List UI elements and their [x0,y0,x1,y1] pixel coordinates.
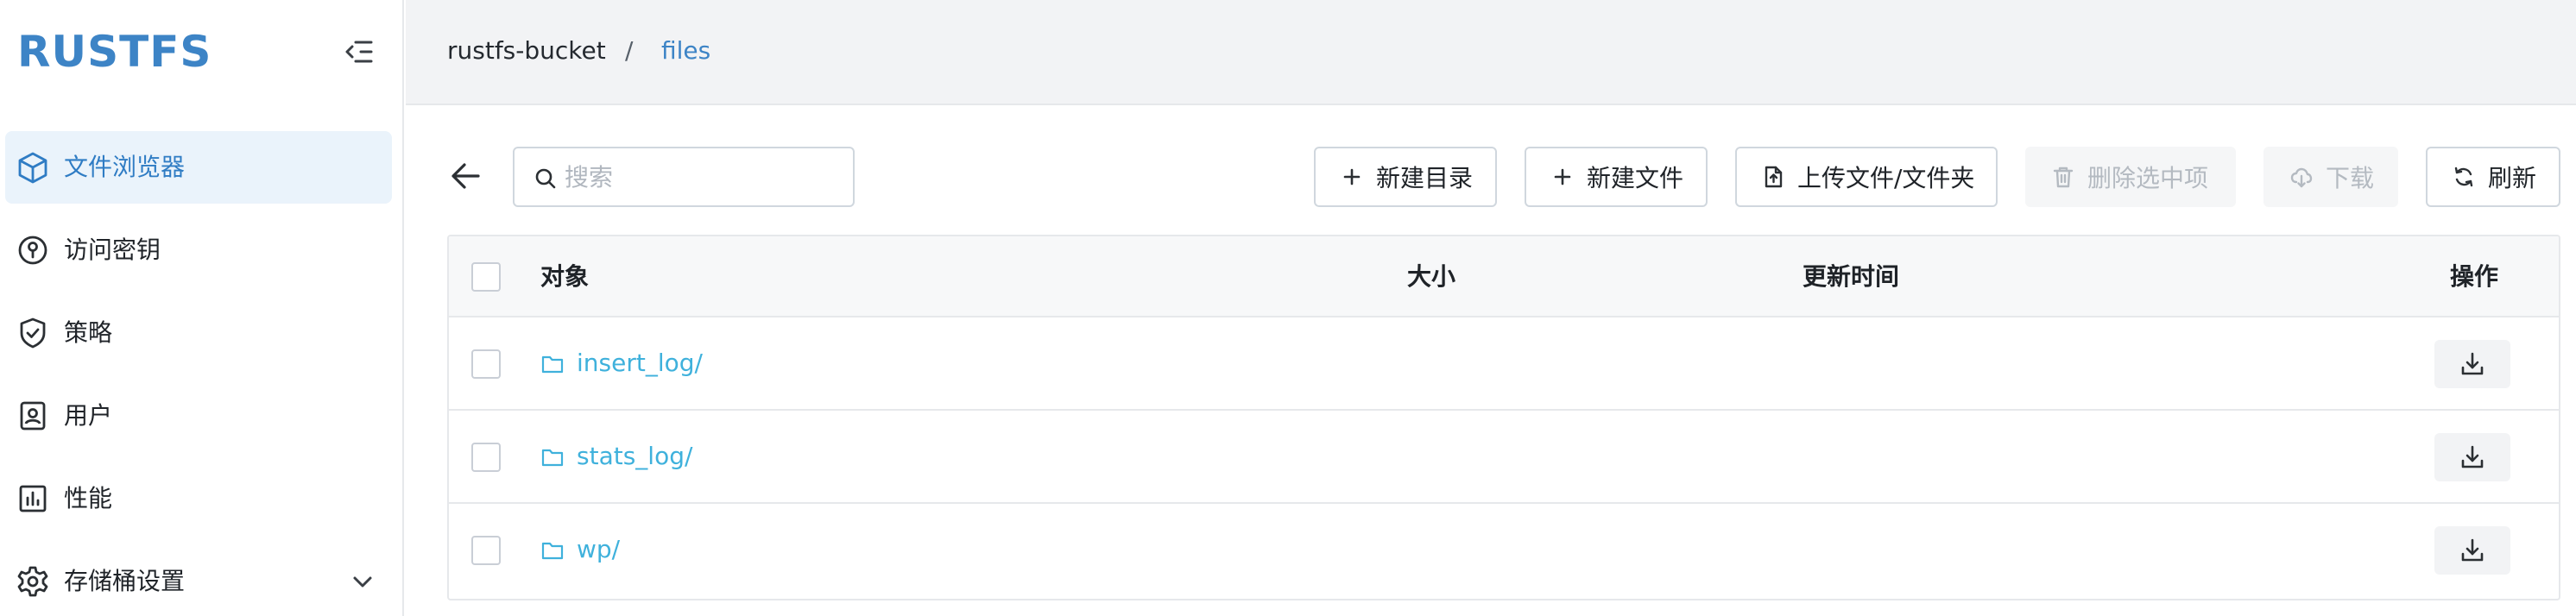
gear-icon [16,564,50,599]
cube-icon [16,150,50,185]
table-row[interactable]: wp/ [449,504,2559,597]
bar-chart-icon [16,481,50,516]
row-checkbox[interactable] [471,443,501,472]
new-directory-button[interactable]: 新建目录 [1314,147,1497,207]
column-header-actions: 操作 [2450,262,2499,291]
folder-icon [540,352,565,376]
logo: RUSTFS [17,27,212,77]
objects-table: 对象 大小 更新时间 操作 insert_log/ stats_log/ wp/ [447,235,2560,600]
row-download-button[interactable] [2434,526,2510,575]
download-selected-label: 下载 [2326,164,2375,192]
file-upload-icon [1761,165,1785,189]
download-icon [2461,352,2484,375]
sidebar-item-access-keys[interactable]: 访问密钥 [5,214,392,286]
table-row[interactable]: insert_log/ [449,317,2559,411]
object-name-link[interactable]: wp/ [577,504,620,595]
sidebar-item-policies[interactable]: 策略 [5,297,392,369]
table-row[interactable]: stats_log/ [449,411,2559,504]
download-icon [2461,538,2484,562]
refresh-button[interactable]: 刷新 [2426,147,2560,207]
search-icon [534,167,558,191]
breadcrumb-bucket[interactable]: rustfs-bucket [447,0,606,102]
refresh-label: 刷新 [2488,164,2537,192]
sidebar-item-bucket-settings[interactable]: 存储桶设置 [5,545,392,616]
sidebar-item-performance[interactable]: 性能 [5,462,392,535]
breadcrumb-separator: / [625,36,634,65]
row-checkbox[interactable] [471,536,501,565]
upload-label: 上传文件/文件夹 [1797,164,1975,192]
plus-icon [1340,165,1364,189]
collapse-sidebar-icon[interactable] [342,35,376,69]
table-header: 对象 大小 更新时间 操作 [449,236,2559,317]
trash-icon [2051,165,2075,189]
select-all-checkbox[interactable] [471,262,501,292]
sidebar-item-label: 用户 [64,401,113,430]
row-checkbox[interactable] [471,349,501,379]
row-download-button[interactable] [2434,433,2510,481]
sidebar-item-label: 存储桶设置 [64,567,186,595]
breadcrumb-folder[interactable]: files [661,0,710,102]
sidebar-item-label: 性能 [64,484,113,512]
column-header-updated: 更新时间 [1803,262,1900,291]
cloud-download-icon [2289,165,2314,189]
download-selected-button[interactable]: 下载 [2263,147,2398,207]
new-directory-label: 新建目录 [1376,164,1474,192]
column-header-object: 对象 [540,262,590,291]
new-file-label: 新建文件 [1587,164,1684,192]
folder-icon [540,445,565,469]
search-box [513,147,855,207]
object-name-link[interactable]: insert_log/ [577,317,703,409]
shield-check-icon [16,316,50,350]
back-arrow-icon[interactable] [447,157,485,195]
sidebar-item-file-browser[interactable]: 文件浏览器 [5,131,392,204]
plus-icon [1550,165,1575,189]
chevron-down-icon [347,566,378,597]
sidebar-item-label: 访问密钥 [64,236,161,264]
refresh-icon [2452,165,2476,189]
column-header-size: 大小 [1407,262,1456,291]
object-name-link[interactable]: stats_log/ [577,411,692,502]
sidebar-item-label: 策略 [64,318,113,347]
sidebar: RUSTFS 文件浏览器 访问密钥 策略 用户 性能 存储桶设置 [0,0,404,616]
search-input[interactable] [565,157,841,197]
app-root: RUSTFS 文件浏览器 访问密钥 策略 用户 性能 存储桶设置 rustfs-… [0,0,2576,616]
breadcrumb: rustfs-bucket / files [406,0,2576,105]
user-badge-icon [16,399,50,433]
sidebar-item-users[interactable]: 用户 [5,380,392,452]
row-download-button[interactable] [2434,340,2510,388]
key-icon [16,233,50,267]
upload-button[interactable]: 上传文件/文件夹 [1735,147,1998,207]
folder-icon [540,538,565,563]
new-file-button[interactable]: 新建文件 [1525,147,1708,207]
download-icon [2461,445,2484,468]
delete-selected-button[interactable]: 删除选中项 [2025,147,2236,207]
sidebar-item-label: 文件浏览器 [64,153,186,181]
sidebar-nav: 文件浏览器 访问密钥 策略 用户 性能 存储桶设置 [5,131,392,616]
delete-selected-label: 删除选中项 [2087,164,2209,192]
